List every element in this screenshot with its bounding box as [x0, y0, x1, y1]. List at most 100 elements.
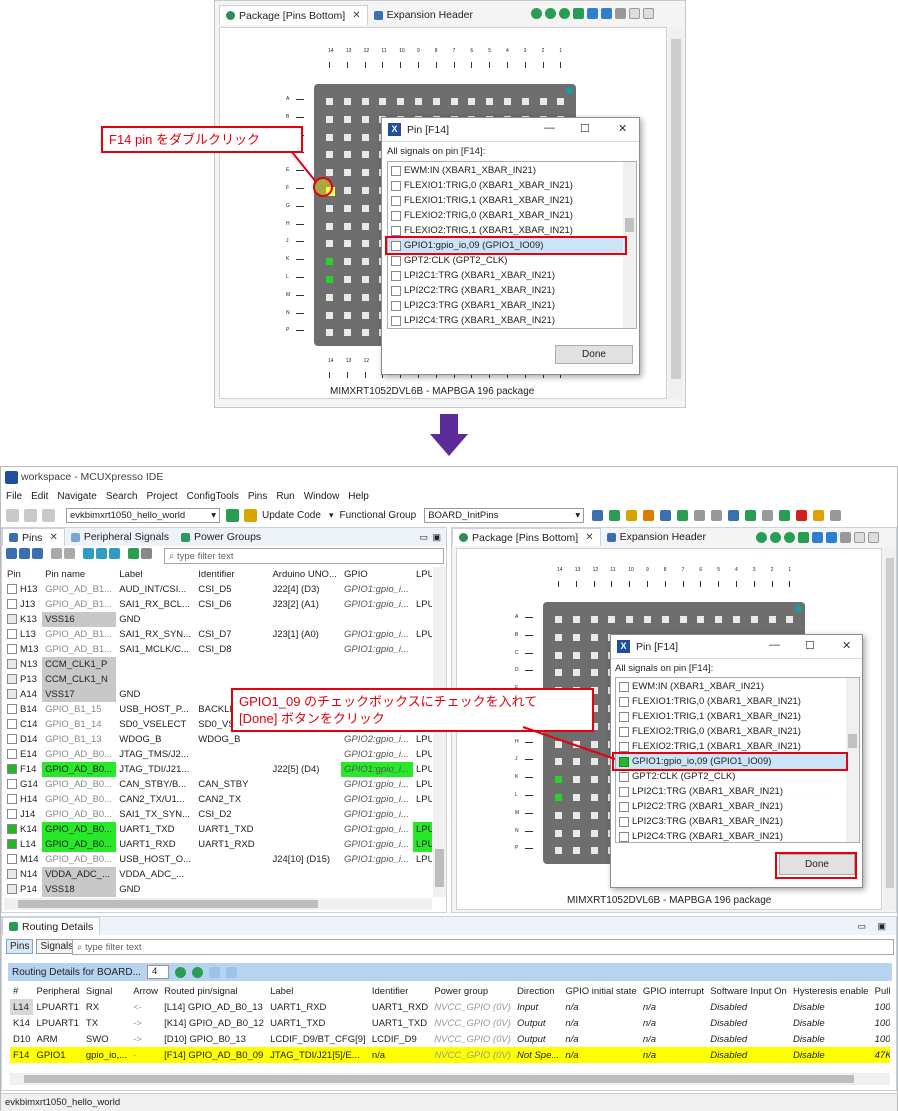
pin-checkbox[interactable]	[7, 584, 17, 595]
ball-B12[interactable]	[361, 115, 369, 123]
pin-checkbox[interactable]	[7, 719, 17, 730]
menu-item[interactable]: Search	[106, 491, 138, 502]
table-row[interactable]: P14 VSS18 GND	[4, 882, 432, 897]
ball-P12[interactable]	[590, 847, 598, 855]
ball-H12[interactable]	[361, 222, 369, 230]
tab-package-pins-bottom[interactable]: Package [Pins Bottom] ✕	[219, 5, 368, 25]
table-row[interactable]: H14 GPIO_AD_B0... CAN2_TX/U1... CAN2_TX GPIO…	[4, 792, 432, 807]
ball-P13[interactable]	[343, 329, 351, 337]
signal-item[interactable]: LPI2C1:TRG (XBAR1_XBAR_IN21)	[616, 784, 847, 799]
ball-P14[interactable]	[555, 847, 562, 855]
project-selector[interactable]: evkbimxrt1050_hello_world ▾	[66, 507, 220, 523]
close-icon[interactable]: ✕	[352, 10, 360, 21]
flash-icon[interactable]	[128, 548, 139, 559]
column-header[interactable]: Label	[267, 983, 369, 999]
tool-icon[interactable]	[643, 509, 655, 521]
menu-item[interactable]: Navigate	[57, 491, 96, 502]
signal-checkbox[interactable]	[391, 270, 401, 281]
ball-D12[interactable]	[590, 669, 598, 677]
close-icon[interactable]: ✕	[585, 532, 593, 543]
menu-item[interactable]: Edit	[31, 491, 48, 502]
pin-checkbox[interactable]	[7, 674, 17, 685]
pin-checkbox[interactable]	[7, 764, 17, 775]
signal-item[interactable]: LPI2C4:TRG (XBAR1_XBAR_IN21)	[388, 313, 624, 328]
ball-A7[interactable]	[450, 98, 458, 105]
table-row[interactable]: K14 GPIO_AD_B0... UART1_TXD UART1_TXD GPIO1:…	[4, 822, 432, 837]
ball-D13[interactable]	[572, 669, 580, 677]
ball-A2[interactable]	[539, 98, 547, 105]
table-row[interactable]: J13 GPIO_AD_B1... SAI1_RX_BCL... CSI_D6 J23[…	[4, 597, 432, 612]
ball-N14[interactable]	[555, 829, 562, 837]
tool-icon[interactable]	[711, 509, 723, 521]
ball-A8[interactable]	[432, 98, 440, 105]
new-icon[interactable]	[6, 508, 19, 522]
table-row[interactable]: M14 GPIO_AD_B0... USB_HOST_O... J24[10] (D1…	[4, 852, 432, 867]
signal-checkbox[interactable]	[619, 801, 629, 812]
zoom-in-icon[interactable]	[531, 8, 542, 19]
ball-A13[interactable]	[343, 98, 351, 105]
functional-group-select[interactable]: BOARD_InitPins ▾	[424, 507, 585, 523]
ball-A14[interactable]	[326, 98, 333, 105]
table-row[interactable]: L13 GPIO_AD_B1... SAI1_RX_SYN... CSI_D7 J23[…	[4, 627, 432, 642]
table-row[interactable]: F14 GPIO_AD_B0... JTAG_TDI/J21... J22[5] (D…	[4, 762, 432, 777]
ball-J12[interactable]	[361, 240, 369, 248]
tool-icon[interactable]	[762, 509, 774, 521]
menu-item[interactable]: Window	[304, 491, 340, 502]
tool-icon[interactable]	[796, 509, 808, 521]
pin-checkbox[interactable]	[7, 779, 17, 790]
column-icon[interactable]	[64, 548, 75, 559]
ball-K13[interactable]	[343, 258, 351, 266]
pin-checkbox[interactable]	[7, 869, 17, 880]
column-header[interactable]: Pin name	[42, 567, 116, 582]
ball-P12[interactable]	[361, 329, 369, 337]
column-header[interactable]: LPUART	[413, 567, 432, 582]
menu-item[interactable]: File	[6, 491, 22, 502]
signal-checkbox[interactable]	[391, 180, 401, 191]
ball-E14[interactable]	[326, 169, 333, 177]
table-row[interactable]: D14 GPIO_B1_13 WDOG_B WDOG_B GPIO2:gpio_i...…	[4, 732, 432, 747]
ball-A4[interactable]	[504, 98, 511, 105]
ball-B14[interactable]	[555, 633, 562, 641]
ball-A9[interactable]	[644, 616, 651, 623]
menu-item[interactable]: ConfigTools	[187, 491, 239, 502]
ball-A10[interactable]	[397, 98, 405, 105]
ball-C14[interactable]	[326, 133, 333, 141]
pin-checkbox[interactable]	[7, 839, 17, 850]
ball-N12[interactable]	[590, 829, 598, 837]
ball-A5[interactable]	[486, 98, 494, 105]
ball-E12[interactable]	[361, 169, 369, 177]
zoom-out-icon[interactable]	[545, 8, 556, 19]
column-header[interactable]: Arduino UNO...	[269, 567, 341, 582]
signal-item[interactable]: LPI2C1:TRG (XBAR1_XBAR_IN21)	[388, 268, 624, 283]
ball-G12[interactable]	[361, 204, 369, 212]
table-row[interactable]: K14 LPUART1 TX -> [K14] GPIO_AD_B0_12 UART1_T…	[10, 1015, 890, 1031]
settings-icon[interactable]	[840, 532, 851, 543]
menu-item[interactable]: Help	[348, 491, 369, 502]
close-icon[interactable]: ✕	[49, 532, 57, 543]
table-row[interactable]: K13 VSS16 GND	[4, 612, 432, 627]
done-button[interactable]: Done	[555, 345, 633, 364]
ball-H14[interactable]	[326, 222, 333, 230]
bottom-view-icon[interactable]	[601, 8, 612, 19]
tool-icon[interactable]	[745, 509, 757, 521]
pin-checkbox[interactable]	[7, 749, 17, 760]
tool-icon[interactable]	[592, 509, 604, 521]
signal-checkbox[interactable]	[619, 816, 629, 827]
ball-A7[interactable]	[679, 616, 687, 623]
zoom-out-icon[interactable]	[770, 532, 781, 543]
ball-B13[interactable]	[343, 115, 351, 123]
ball-F13[interactable]	[343, 187, 351, 194]
column-header[interactable]: Arrow	[130, 983, 161, 999]
pin-checkbox[interactable]	[7, 659, 17, 670]
ball-M14[interactable]	[326, 293, 333, 301]
ball-L12[interactable]	[590, 794, 598, 801]
pin-checkbox[interactable]	[7, 824, 17, 835]
zoom-in-icon[interactable]	[756, 532, 767, 543]
signal-checkbox[interactable]	[391, 285, 401, 296]
table-row[interactable]: J14 GPIO_AD_B0... SAI1_TX_SYN... CSI_D2 GPIO…	[4, 807, 432, 822]
ball-A13[interactable]	[572, 616, 580, 623]
maximize-icon[interactable]: ▣	[432, 532, 441, 543]
fit-icon[interactable]	[798, 532, 809, 543]
table-row[interactable]: G14 GPIO_AD_B0... CAN_STBY/B... CAN_STBY GPI…	[4, 777, 432, 792]
ball-A10[interactable]	[626, 616, 634, 623]
